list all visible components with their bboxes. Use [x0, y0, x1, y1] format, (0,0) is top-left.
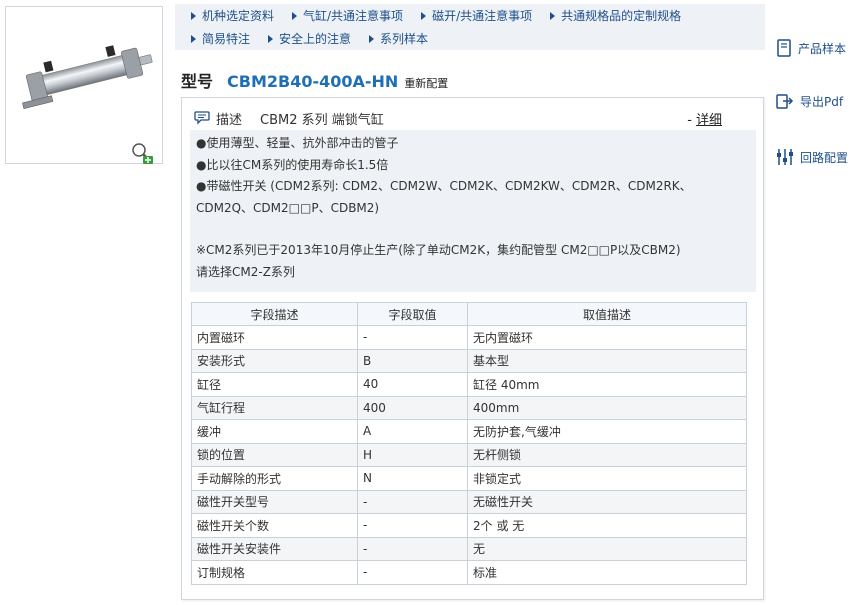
field-value-cell: B — [357, 348, 468, 373]
field-name-cell: 锁的位置 — [191, 442, 358, 467]
table-row: 锁的位置 H 无杆侧锁 — [191, 442, 747, 467]
description-gap — [196, 219, 750, 240]
column-header: 字段取值 — [357, 302, 468, 326]
description-label: 描述 — [216, 112, 243, 128]
table-row: 磁性开关安装件 - 无 — [191, 536, 747, 561]
column-header: 取值描述 — [467, 302, 747, 326]
field-name-cell: 安装形式 — [191, 348, 358, 373]
value-description-cell: 基本型 — [467, 348, 747, 373]
description-line: ●带磁性开关 (CDM2系列: CDM2、CDM2W、CDM2K、CDM2KW、… — [196, 179, 692, 193]
nav-link-simple-special[interactable]: 简易特注 — [191, 30, 250, 47]
description-line: ●比以往CM系列的使用寿命长1.5倍 — [196, 157, 389, 172]
nav-link-selection-data[interactable]: 机种选定资料 — [191, 7, 274, 24]
field-name-cell: 缸径 — [191, 372, 358, 397]
value-description-cell: 无 — [467, 536, 747, 561]
field-name-cell: 内置磁环 — [191, 325, 358, 350]
value-description-cell: 无磁性开关 — [467, 489, 747, 514]
description-body: ●使用薄型、轻量、抗外部冲击的管子 ●比以往CM系列的使用寿命长1.5倍 ●带磁… — [190, 130, 756, 292]
table-header-row: 字段描述 字段取值 取值描述 — [191, 302, 747, 326]
circuit-icon — [777, 149, 793, 165]
speech-bubble-icon — [194, 111, 210, 125]
description-header: 描述 CBM2 系列 端锁气缸 - 详细 — [190, 106, 756, 130]
field-value-cell: A — [357, 419, 468, 444]
value-description-cell: 缸径 40mm — [467, 372, 747, 397]
field-name-cell: 气缸行程 — [191, 395, 358, 420]
table-row: 订制规格 - 标准 — [191, 560, 747, 585]
description-panel: 描述 CBM2 系列 端锁气缸 - 详细 ●使用薄型、轻量、抗外部冲击的管子 ●比… — [181, 97, 764, 600]
catalog-button[interactable]: 产品样本 — [776, 39, 860, 57]
value-description-cell: 无内置磁环 — [467, 325, 747, 350]
value-description-cell: 无防护套,气缓冲 — [467, 419, 747, 444]
value-description-cell: 无杆侧锁 — [467, 442, 747, 467]
triangle-right-icon — [191, 34, 196, 43]
value-description-cell: 2个 或 无 — [467, 513, 747, 538]
model-code: CBM2B40-400A-HN — [227, 72, 399, 91]
triangle-right-icon — [191, 11, 196, 20]
table-row: 手动解除的形式 N 非锁定式 — [191, 466, 747, 491]
table-row: 内置磁环 - 无内置磁环 — [191, 325, 747, 350]
field-value-cell: - — [357, 560, 468, 585]
field-name-cell: 缓冲 — [191, 419, 358, 444]
description-title: CBM2 系列 端锁气缸 — [260, 112, 384, 128]
book-icon — [777, 39, 791, 57]
description-line: ※CM2系列已于2013年10月停止生产(除了单动CM2K，集约配管型 CM2□… — [196, 243, 681, 257]
model-label: 型号 — [181, 72, 214, 91]
table-row: 磁性开关型号 - 无磁性开关 — [191, 489, 747, 514]
table-row: 磁性开关个数 -2个 或 无 — [191, 513, 747, 538]
nav-row-2: 简易特注 安全上的注意 系列样本 — [175, 27, 428, 50]
nav-link-custom-spec[interactable]: 共通规格品的定制规格 — [550, 7, 681, 24]
description-line: 请选择CM2-Z系列 — [196, 264, 295, 279]
field-value-cell: - — [357, 489, 468, 514]
product-image-frame — [5, 6, 163, 164]
table-row: 气缸行程 400 400mm — [191, 395, 747, 420]
field-value-cell: N — [357, 466, 468, 491]
field-value-cell: - — [357, 325, 468, 350]
catalog-label: 产品样本 — [798, 41, 847, 56]
nav-link-series-catalog[interactable]: 系列样本 — [369, 30, 428, 47]
detail-prefix: - — [687, 112, 692, 128]
field-name-cell: 订制规格 — [191, 560, 358, 585]
nav-link-cylinder-notes[interactable]: 气缸/共通注意事项 — [292, 7, 403, 24]
field-value-cell: - — [357, 536, 468, 561]
value-description-cell: 非锁定式 — [467, 466, 747, 491]
detail-toggle[interactable]: - 详细 — [687, 109, 722, 128]
triangle-right-icon — [550, 11, 556, 20]
description-line: ●使用薄型、轻量、抗外部冲击的管子 — [196, 136, 399, 150]
field-name-cell: 磁性开关安装件 — [191, 536, 358, 561]
table-row: 缓冲 A 无防护套,气缓冲 — [191, 419, 747, 444]
model-heading: 型号 CBM2B40-400A-HN 重新配置 — [181, 68, 448, 92]
field-value-cell: - — [357, 513, 468, 538]
circuit-config-label: 回路配置 — [800, 150, 849, 165]
field-name-cell: 磁性开关个数 — [191, 513, 358, 538]
table-row: 安装形式 B 基本型 — [191, 348, 747, 373]
value-description-cell: 标准 — [467, 560, 747, 585]
zoom-in-icon[interactable] — [130, 141, 154, 165]
triangle-right-icon — [421, 11, 427, 20]
spec-table-body: 内置磁环 - 无内置磁环 安装形式 B 基本型 缸径 40 缸径 40mm 气缸行程 400 400m… — [191, 325, 747, 585]
spec-table: 字段描述 字段取值 取值描述 内置磁环 - 无内置磁环 安装形式 B 基本型 缸径 40 缸径 … — [191, 302, 747, 585]
triangle-right-icon — [369, 34, 375, 43]
nav-link-safety-notes[interactable]: 安全上的注意 — [268, 30, 351, 47]
description-line: CDM2Q、CDM2□□P、CDBM2) — [196, 200, 380, 215]
nav-row-1: 机种选定资料 气缸/共通注意事项 磁开/共通注意事项 共通规格品的定制规格 — [175, 4, 681, 27]
table-row: 缸径 40 缸径 40mm — [191, 372, 747, 397]
field-value-cell: 400 — [357, 395, 468, 420]
column-header: 字段描述 — [191, 302, 358, 326]
value-description-cell: 400mm — [467, 395, 747, 420]
field-value-cell: H — [357, 442, 468, 467]
field-value-cell: 40 — [357, 372, 468, 397]
triangle-right-icon — [292, 11, 298, 20]
circuit-config-button[interactable]: 回路配置 — [776, 148, 860, 166]
reconfigure-link[interactable]: 重新配置 — [404, 75, 448, 91]
reference-links-bar: 机种选定资料 气缸/共通注意事项 磁开/共通注意事项 共通规格品的定制规格 简易… — [175, 4, 765, 50]
field-name-cell: 手动解除的形式 — [191, 466, 358, 491]
nav-link-switch-notes[interactable]: 磁开/共通注意事项 — [421, 7, 532, 24]
export-pdf-label: 导出Pdf — [800, 94, 844, 109]
triangle-right-icon — [268, 34, 274, 43]
export-icon — [776, 94, 794, 109]
field-name-cell: 磁性开关型号 — [191, 489, 358, 514]
export-pdf-button[interactable]: 导出Pdf — [776, 92, 860, 110]
detail-link[interactable]: 详细 — [696, 113, 722, 128]
